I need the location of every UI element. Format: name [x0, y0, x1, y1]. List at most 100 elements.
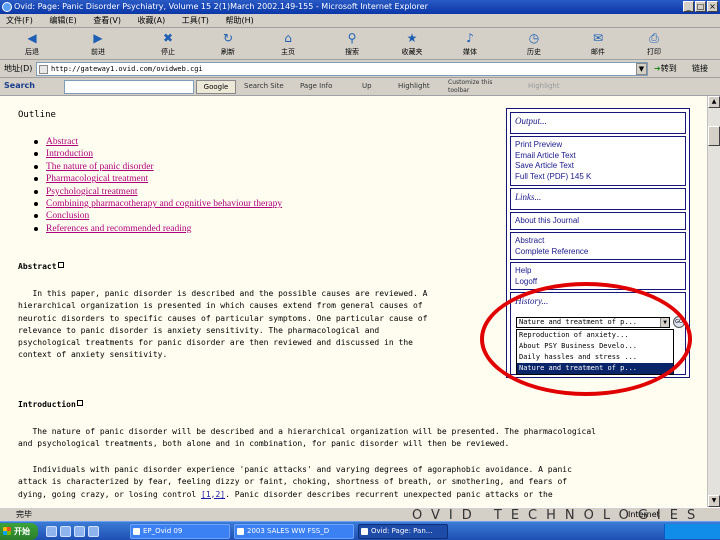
output-title: Output...	[515, 116, 547, 126]
abstract-link[interactable]: Abstract	[511, 236, 685, 247]
output-header-box: Output...	[510, 112, 686, 134]
print-button[interactable]: ⎙ 打印	[636, 30, 672, 58]
minimize-button[interactable]: _	[683, 1, 694, 12]
forward-arrow-icon: ▶	[93, 31, 103, 45]
back-arrow-icon: ◀	[27, 31, 37, 45]
taskbar-item[interactable]: 2003 SALES WW FSS_D	[234, 524, 354, 539]
address-label: 地址(D)	[4, 64, 33, 73]
browser-toolbar: ◀ 后退 ▶ 前进 ✖ 停止 ↻ 刷新 ⌂ 主页 ⚲ 搜索 ★ 收藏夹 ♪ 媒体 ◷ 历史 ✉ 邮件…	[0, 28, 720, 60]
outline-link-references[interactable]: References and recommended reading	[46, 224, 191, 234]
favorites-icon: ★	[406, 31, 418, 45]
home-button[interactable]: ⌂ 主页	[270, 30, 306, 58]
refresh-button[interactable]: ↻ 刷新	[210, 30, 246, 58]
outline-link-abstract[interactable]: Abstract	[46, 137, 78, 147]
full-text-pdf-link[interactable]: Full Text (PDF) 145 K	[511, 172, 685, 183]
excel-icon	[237, 528, 244, 535]
history-button[interactable]: ◷ 历史	[516, 30, 552, 58]
customize-toolbar-button[interactable]: Customize this toolbar	[448, 79, 508, 95]
go-button[interactable]: ➔转到	[654, 63, 677, 74]
outline-link-combining[interactable]: Combining pharmacotherapy and cognitive …	[46, 199, 282, 209]
up-button[interactable]: Up	[362, 82, 372, 90]
email-article-link[interactable]: Email Article Text	[511, 151, 685, 162]
folder-icon	[133, 528, 140, 535]
print-preview-link[interactable]: Print Preview	[511, 140, 685, 151]
ie-icon	[361, 528, 368, 535]
google-search-button[interactable]: Google	[196, 80, 236, 94]
close-button[interactable]: ×	[707, 1, 718, 12]
abstract-heading: Abstract	[18, 262, 64, 271]
outline-link-psychological[interactable]: Psychological treatment	[46, 187, 138, 197]
window-title-bar: Ovid: Page: Panic Disorder Psychiatry, V…	[0, 0, 720, 14]
highlight-disabled-button[interactable]: Highlight	[528, 82, 560, 90]
outline-item: Introduction	[34, 148, 282, 160]
address-input[interactable]: http://gateway1.ovid.com/ovidweb.cgi	[36, 62, 648, 76]
media-button[interactable]: ♪ 媒体	[452, 30, 488, 58]
back-button[interactable]: ◀ 后退	[14, 30, 50, 58]
menu-edit[interactable]: 编辑(E)	[49, 16, 76, 25]
history-icon: ◷	[528, 31, 540, 45]
about-journal-link[interactable]: About this Journal	[511, 216, 685, 227]
save-article-link[interactable]: Save Article Text	[511, 161, 685, 172]
outline-link-pharmacological[interactable]: Pharmacological treatment	[46, 174, 148, 184]
outline-link-nature[interactable]: The nature of panic disorder	[46, 162, 154, 172]
outline-link-conclusion[interactable]: Conclusion	[46, 211, 89, 221]
stop-button[interactable]: ✖ 停止	[150, 30, 186, 58]
vertical-scrollbar[interactable]: ▲ ▼	[707, 96, 720, 507]
outline-item: Abstract	[34, 136, 282, 148]
anchor-box-icon	[57, 262, 64, 268]
menu-favorites[interactable]: 收藏(A)	[138, 16, 166, 25]
start-button[interactable]: 开始	[0, 523, 38, 540]
output-options-box: Print Preview Email Article Text Save Ar…	[510, 136, 686, 186]
address-bar: 地址(D) http://gateway1.ovid.com/ovidweb.c…	[0, 60, 720, 78]
page-info-button[interactable]: Page Info	[300, 82, 332, 90]
search-icon: ⚲	[347, 31, 357, 45]
quicklaunch-outlook-icon[interactable]	[74, 526, 85, 537]
reference-link[interactable]: [1,2]	[201, 490, 225, 499]
refresh-icon: ↻	[222, 31, 234, 45]
quicklaunch-desktop-icon[interactable]	[60, 526, 71, 537]
outline-link-introduction[interactable]: Introduction	[46, 149, 93, 159]
windows-taskbar: 开始 EP_Ovid 09 2003 SALES WW FSS_D Ovid: …	[0, 521, 720, 540]
windows-logo-icon	[3, 527, 11, 535]
menu-view[interactable]: 查看(V)	[93, 16, 121, 25]
outline-list: Abstract Introduction The nature of pani…	[34, 136, 282, 235]
links-title: Links...	[515, 192, 542, 202]
outline-title: Outline	[18, 110, 56, 120]
outline-item: References and recommended reading	[34, 223, 282, 235]
journal-info-box: About this Journal	[510, 212, 686, 230]
internet-explorer-icon	[2, 2, 12, 12]
page-icon	[39, 65, 48, 74]
go-arrow-icon: ➔	[654, 64, 661, 73]
links-button[interactable]: 链接	[692, 63, 708, 74]
introduction-heading: Introduction	[18, 400, 83, 409]
mail-button[interactable]: ✉ 邮件	[580, 30, 616, 58]
menu-tools[interactable]: 工具(T)	[182, 16, 209, 25]
red-highlight-circle	[480, 282, 692, 396]
highlight-button[interactable]: Highlight	[398, 82, 430, 90]
forward-button[interactable]: ▶ 前进	[80, 30, 116, 58]
complete-reference-link[interactable]: Complete Reference	[511, 247, 685, 258]
quicklaunch-app-icon[interactable]	[88, 526, 99, 537]
google-toolbar-logo: Search	[4, 81, 35, 90]
favorites-button[interactable]: ★ 收藏夹	[394, 30, 430, 58]
quicklaunch-ie-icon[interactable]	[46, 526, 57, 537]
outline-item: Conclusion	[34, 210, 282, 222]
menu-help[interactable]: 帮助(H)	[225, 16, 253, 25]
scroll-up-button[interactable]: ▲	[708, 96, 720, 108]
menu-bar: 文件(F) 编辑(E) 查看(V) 收藏(A) 工具(T) 帮助(H)	[0, 14, 720, 28]
help-link[interactable]: Help	[511, 266, 685, 277]
scroll-thumb[interactable]	[708, 126, 720, 146]
outline-item: The nature of panic disorder	[34, 161, 282, 173]
search-button[interactable]: ⚲ 搜索	[334, 30, 370, 58]
taskbar-item[interactable]: EP_Ovid 09	[130, 524, 230, 539]
address-dropdown-button[interactable]: ▼	[636, 63, 647, 75]
taskbar-item-active[interactable]: Ovid: Page: Pan...	[358, 524, 448, 539]
outline-item: Pharmacological treatment	[34, 173, 282, 185]
links-header-box: Links...	[510, 188, 686, 210]
system-tray	[664, 524, 720, 539]
search-site-button[interactable]: Search Site	[244, 82, 284, 90]
maximize-button[interactable]: □	[695, 1, 706, 12]
scroll-down-button[interactable]: ▼	[708, 495, 720, 507]
menu-file[interactable]: 文件(F)	[6, 16, 33, 25]
google-search-input[interactable]	[64, 80, 194, 94]
